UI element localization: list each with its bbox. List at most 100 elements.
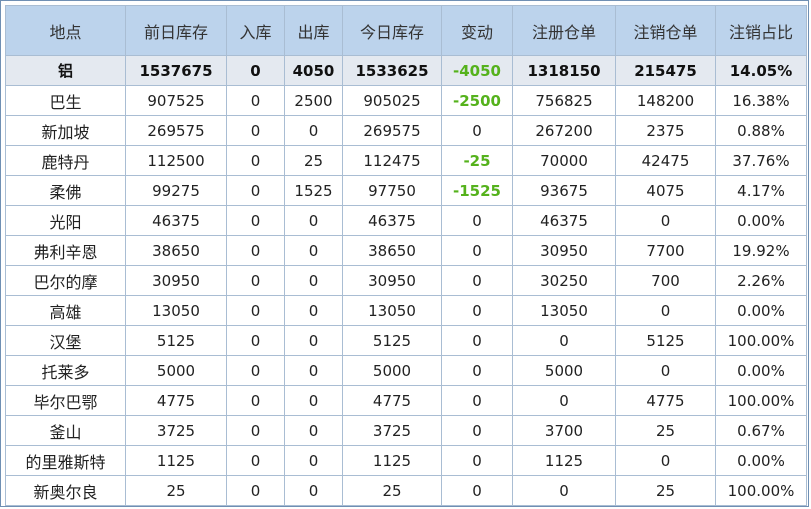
cell-cancelled-ratio: 16.38% xyxy=(715,85,807,116)
header-outbound: 出库 xyxy=(284,5,343,56)
cell-cancelled-ratio: 0.00% xyxy=(715,445,807,476)
table-row: 新奥尔良 25 0 0 25 0 0 25 100.00% xyxy=(5,475,807,506)
cell-registered-warrants: 267200 xyxy=(512,115,616,146)
cell-change: 0 xyxy=(441,415,513,446)
cell-prev-stock: 1125 xyxy=(125,445,227,476)
cell-inbound: 0 xyxy=(226,235,285,266)
cell-prev-stock: 38650 xyxy=(125,235,227,266)
cell-inbound: 0 xyxy=(226,445,285,476)
cell-change: -4050 xyxy=(441,55,513,86)
cell-outbound: 1525 xyxy=(284,175,343,206)
cell-today-stock: 112475 xyxy=(342,145,442,176)
cell-change: 0 xyxy=(441,445,513,476)
cell-prev-stock: 3725 xyxy=(125,415,227,446)
cell-cancelled-warrants: 4075 xyxy=(615,175,716,206)
header-row: 地点 前日库存 入库 出库 今日库存 变动 注册仓单 注销仓单 注销占比 xyxy=(5,5,807,56)
cell-location: 釜山 xyxy=(5,415,126,446)
cell-cancelled-warrants: 215475 xyxy=(615,55,716,86)
cell-registered-warrants: 13050 xyxy=(512,295,616,326)
cell-inbound: 0 xyxy=(226,115,285,146)
cell-change: -2500 xyxy=(441,85,513,116)
cell-cancelled-warrants: 0 xyxy=(615,295,716,326)
cell-cancelled-ratio: 2.26% xyxy=(715,265,807,296)
cell-outbound: 4050 xyxy=(284,55,343,86)
table-frame: 地点 前日库存 入库 出库 今日库存 变动 注册仓单 注销仓单 注销占比 铝 15… xyxy=(0,0,809,507)
cell-today-stock: 5000 xyxy=(342,355,442,386)
cell-today-stock: 905025 xyxy=(342,85,442,116)
cell-prev-stock: 907525 xyxy=(125,85,227,116)
cell-location: 新奥尔良 xyxy=(5,475,126,506)
cell-cancelled-warrants: 2375 xyxy=(615,115,716,146)
cell-inbound: 0 xyxy=(226,325,285,356)
cell-prev-stock: 5000 xyxy=(125,355,227,386)
cell-today-stock: 13050 xyxy=(342,295,442,326)
cell-registered-warrants: 93675 xyxy=(512,175,616,206)
cell-outbound: 0 xyxy=(284,475,343,506)
cell-cancelled-warrants: 0 xyxy=(615,205,716,236)
cell-prev-stock: 5125 xyxy=(125,325,227,356)
table-row: 巴尔的摩 30950 0 0 30950 0 30250 700 2.26% xyxy=(5,265,807,296)
table-row: 的里雅斯特 1125 0 0 1125 0 1125 0 0.00% xyxy=(5,445,807,476)
table-row: 鹿特丹 112500 0 25 112475 -25 70000 42475 37.76% xyxy=(5,145,807,176)
cell-outbound: 0 xyxy=(284,385,343,416)
cell-change: 0 xyxy=(441,265,513,296)
cell-today-stock: 97750 xyxy=(342,175,442,206)
cell-change: -25 xyxy=(441,145,513,176)
cell-location: 弗利辛恩 xyxy=(5,235,126,266)
cell-registered-warrants: 30950 xyxy=(512,235,616,266)
cell-location: 汉堡 xyxy=(5,325,126,356)
cell-prev-stock: 99275 xyxy=(125,175,227,206)
cell-outbound: 0 xyxy=(284,115,343,146)
header-inbound: 入库 xyxy=(226,5,285,56)
table-row: 汉堡 5125 0 0 5125 0 0 5125 100.00% xyxy=(5,325,807,356)
cell-today-stock: 25 xyxy=(342,475,442,506)
cell-prev-stock: 269575 xyxy=(125,115,227,146)
cell-registered-warrants: 1318150 xyxy=(512,55,616,86)
cell-outbound: 0 xyxy=(284,295,343,326)
cell-today-stock: 1533625 xyxy=(342,55,442,86)
table-row: 光阳 46375 0 0 46375 0 46375 0 0.00% xyxy=(5,205,807,236)
cell-inbound: 0 xyxy=(226,55,285,86)
cell-inbound: 0 xyxy=(226,145,285,176)
cell-change: 0 xyxy=(441,295,513,326)
cell-cancelled-ratio: 0.00% xyxy=(715,295,807,326)
cell-prev-stock: 25 xyxy=(125,475,227,506)
cell-change: 0 xyxy=(441,475,513,506)
cell-cancelled-warrants: 42475 xyxy=(615,145,716,176)
cell-location: 铝 xyxy=(5,55,126,86)
cell-inbound: 0 xyxy=(226,205,285,236)
cell-registered-warrants: 0 xyxy=(512,385,616,416)
cell-location: 高雄 xyxy=(5,295,126,326)
total-row: 铝 1537675 0 4050 1533625 -4050 1318150 215475 14… xyxy=(5,55,807,86)
table-row: 托莱多 5000 0 0 5000 0 5000 0 0.00% xyxy=(5,355,807,386)
cell-cancelled-ratio: 0.88% xyxy=(715,115,807,146)
cell-outbound: 0 xyxy=(284,205,343,236)
cell-outbound: 0 xyxy=(284,235,343,266)
cell-outbound: 2500 xyxy=(284,85,343,116)
cell-registered-warrants: 3700 xyxy=(512,415,616,446)
cell-today-stock: 5125 xyxy=(342,325,442,356)
cell-location: 新加坡 xyxy=(5,115,126,146)
cell-location: 光阳 xyxy=(5,205,126,236)
cell-cancelled-warrants: 0 xyxy=(615,355,716,386)
cell-registered-warrants: 1125 xyxy=(512,445,616,476)
table-row: 弗利辛恩 38650 0 0 38650 0 30950 7700 19.92% xyxy=(5,235,807,266)
cell-cancelled-ratio: 0.67% xyxy=(715,415,807,446)
cell-registered-warrants: 756825 xyxy=(512,85,616,116)
cell-prev-stock: 112500 xyxy=(125,145,227,176)
cell-prev-stock: 30950 xyxy=(125,265,227,296)
cell-cancelled-ratio: 0.00% xyxy=(715,205,807,236)
cell-prev-stock: 4775 xyxy=(125,385,227,416)
cell-cancelled-warrants: 148200 xyxy=(615,85,716,116)
cell-cancelled-ratio: 0.00% xyxy=(715,355,807,386)
cell-location: 柔佛 xyxy=(5,175,126,206)
cell-change: 0 xyxy=(441,325,513,356)
cell-outbound: 0 xyxy=(284,445,343,476)
cell-location: 托莱多 xyxy=(5,355,126,386)
cell-today-stock: 46375 xyxy=(342,205,442,236)
cell-inbound: 0 xyxy=(226,295,285,326)
cell-cancelled-ratio: 4.17% xyxy=(715,175,807,206)
cell-today-stock: 3725 xyxy=(342,415,442,446)
inventory-table: 地点 前日库存 入库 出库 今日库存 变动 注册仓单 注销仓单 注销占比 铝 15… xyxy=(5,5,807,506)
cell-today-stock: 30950 xyxy=(342,265,442,296)
